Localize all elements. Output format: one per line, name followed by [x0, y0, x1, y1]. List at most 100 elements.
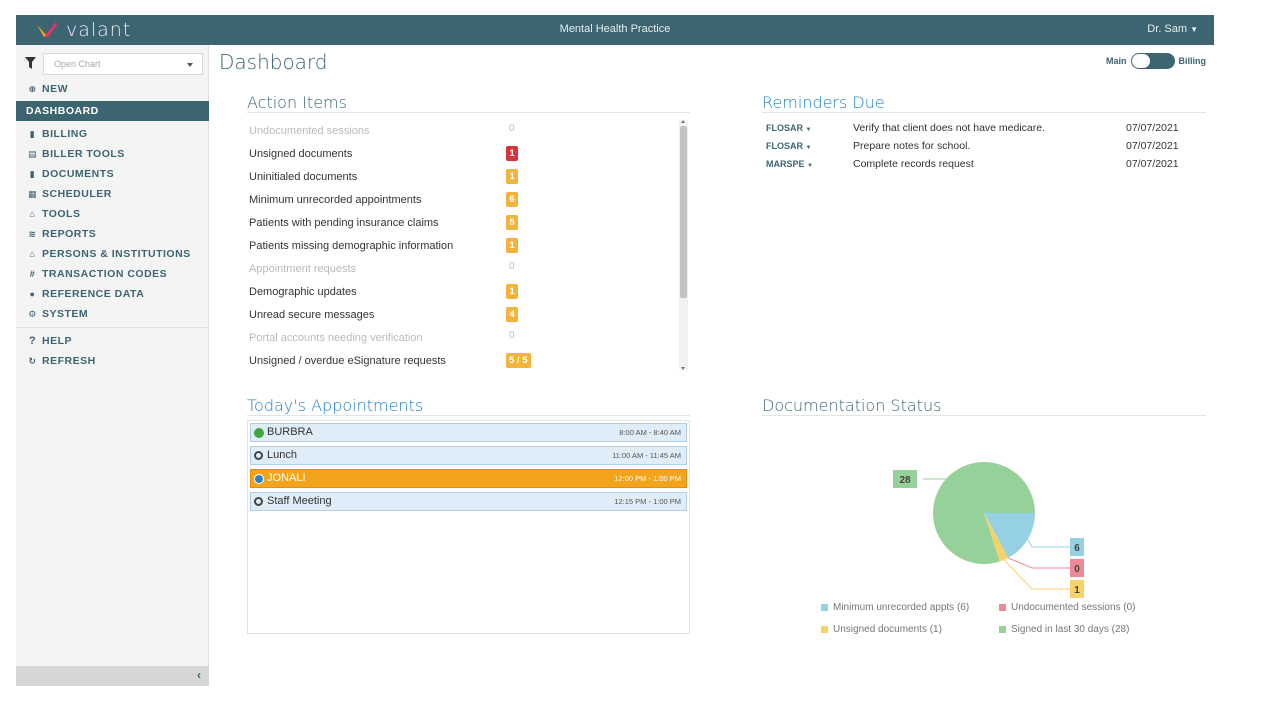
reminder-owner: FLOSAR: [766, 141, 803, 151]
appointment-row[interactable]: Staff Meeting 12:15 PM - 1:00 PM: [250, 492, 687, 511]
appointment-time: 12:00 PM - 1:00 PM: [614, 474, 681, 483]
action-item-badge: 4: [506, 307, 518, 322]
legend-item[interactable]: Signed in last 30 days (28): [999, 624, 1129, 635]
sidebar-item-billing[interactable]: ▮ BILLING: [16, 124, 209, 144]
action-item-appointment-requests[interactable]: Appointment requests 0: [247, 257, 689, 280]
legend-item[interactable]: Undocumented sessions (0): [999, 602, 1136, 613]
user-menu[interactable]: Dr. Sam ▼: [1147, 23, 1198, 35]
action-item-count: 0: [509, 261, 515, 272]
reminder-date: 07/07/2021: [1126, 122, 1179, 134]
sidebar-item-persons-institutions[interactable]: ⌂ PERSONS & INSTITUTIONS: [16, 244, 209, 264]
data-label: 0: [1074, 564, 1080, 575]
action-item-unread-messages[interactable]: Unread secure messages 4: [247, 303, 689, 326]
documentation-pie-chart: 6 0 1 28: [893, 462, 1084, 598]
reminder-text: Verify that client does not have medicar…: [853, 122, 1046, 134]
sidebar-divider: [16, 327, 209, 328]
appointment-row[interactable]: JONALI 12:00 PM - 1:00 PM: [250, 469, 687, 488]
appointment-name: BURBRA: [267, 426, 313, 438]
appointment-time: 12:15 PM - 1:00 PM: [614, 497, 681, 506]
action-item-demographic-updates[interactable]: Demographic updates 1: [247, 280, 689, 303]
action-item-unsigned-documents[interactable]: Unsigned documents 1: [247, 142, 689, 165]
reminder-date: 07/07/2021: [1126, 158, 1179, 170]
scrollbar-thumb[interactable]: [680, 126, 687, 298]
documentation-chart-area: 6 0 1 28 Minimum unrecorded appts (6) Undoc…: [762, 415, 1206, 645]
appointment-row[interactable]: Lunch 11:00 AM - 11:45 AM: [250, 446, 687, 465]
sidebar-item-label: BILLER TOOLS: [42, 148, 125, 160]
sidebar-item-help[interactable]: ? HELP: [16, 331, 209, 351]
action-item-uninitialed-documents[interactable]: Uninitialed documents 1: [247, 165, 689, 188]
appointment-row[interactable]: BURBRA 8:00 AM - 8:40 AM: [250, 423, 687, 442]
sidebar-item-transaction-codes[interactable]: # TRANSACTION CODES: [16, 264, 209, 284]
sidebar-item-biller-tools[interactable]: ▤ BILLER TOOLS: [16, 144, 209, 164]
action-item-label: Minimum unrecorded appointments: [249, 193, 422, 206]
reminder-date: 07/07/2021: [1126, 140, 1179, 152]
sidebar-item-tools[interactable]: ⌂ TOOLS: [16, 204, 209, 224]
action-item-count: 0: [509, 123, 515, 134]
sidebar-item-refresh[interactable]: ↻ REFRESH: [16, 351, 209, 371]
info-icon: ●: [29, 289, 36, 299]
action-item-label: Portal accounts needing verification: [249, 331, 423, 344]
main-billing-toggle[interactable]: Main Billing: [1106, 53, 1206, 69]
legend-item[interactable]: Unsigned documents (1): [821, 624, 942, 635]
sidebar-item-reference-data[interactable]: ● REFERENCE DATA: [16, 284, 209, 304]
sidebar-item-reports[interactable]: ≋ REPORTS: [16, 224, 209, 244]
action-item-missing-demographics[interactable]: Patients missing demographic information…: [247, 234, 689, 257]
leader-line: [1027, 538, 1070, 548]
legend-label: Signed in last 30 days (28): [1011, 624, 1130, 635]
action-item-pending-claims[interactable]: Patients with pending insurance claims 5: [247, 211, 689, 234]
appointment-name: Lunch: [267, 449, 297, 461]
reminder-text: Prepare notes for school.: [853, 140, 971, 152]
open-chart-select[interactable]: Open Chart: [43, 53, 203, 75]
sidebar-item-label: TOOLS: [42, 208, 81, 220]
action-item-minimum-unrecorded[interactable]: Minimum unrecorded appointments 6: [247, 188, 689, 211]
legend-item[interactable]: Minimum unrecorded appts (6): [821, 602, 969, 613]
reminder-text: Complete records request: [853, 158, 974, 170]
scroll-down-icon[interactable]: [681, 367, 685, 370]
action-item-label: Patients missing demographic information: [249, 239, 454, 252]
reminder-owner-dropdown[interactable]: MARSPE ▼: [766, 159, 813, 169]
data-label: 28: [899, 475, 911, 486]
sidebar-item-label: HELP: [42, 335, 73, 347]
documents-icon: ▮: [29, 168, 36, 179]
action-item-count: 0: [509, 330, 515, 341]
action-item-portal-accounts[interactable]: Portal accounts needing verification 0: [247, 326, 689, 349]
check-in-icon: [254, 428, 264, 438]
legend-label: Unsigned documents (1): [833, 624, 942, 635]
billing-icon: ▮: [29, 128, 36, 139]
sidebar-item-label: REPORTS: [42, 228, 97, 240]
sidebar-item-label: DASHBOARD: [26, 105, 99, 117]
appointment-time: 11:00 AM - 11:45 AM: [612, 451, 681, 460]
sidebar-item-system[interactable]: ⚙ SYSTEM: [16, 304, 209, 324]
biller-tools-icon: ▤: [28, 148, 38, 159]
chevron-down-icon: ▼: [805, 145, 812, 151]
sidebar-item-label: PERSONS & INSTITUTIONS: [42, 248, 191, 260]
reminder-row: FLOSAR ▼ Verify that client does not hav…: [762, 121, 1206, 139]
action-item-esignature-requests[interactable]: Unsigned / overdue eSignature requests 5…: [247, 349, 689, 372]
sidebar-item-label: DOCUMENTS: [42, 168, 115, 180]
action-item-label: Unsigned / overdue eSignature requests: [249, 354, 446, 367]
scroll-up-icon[interactable]: [681, 120, 685, 123]
action-items-scrollbar[interactable]: [679, 120, 688, 370]
tools-icon: ⌂: [29, 209, 36, 219]
section-divider: [247, 112, 690, 113]
action-item-label: Unread secure messages: [249, 308, 375, 321]
appointments-title[interactable]: Today's Appointments: [247, 396, 423, 415]
section-divider: [247, 415, 690, 416]
action-item-undocumented-sessions[interactable]: Undocumented sessions 0: [247, 119, 689, 142]
filter-icon[interactable]: [25, 57, 36, 69]
sidebar-collapse-bar[interactable]: ‹: [16, 666, 209, 686]
sidebar-item-scheduler[interactable]: ▦ SCHEDULER: [16, 184, 209, 204]
gears-icon: ⚙: [28, 308, 37, 319]
sidebar-item-documents[interactable]: ▮ DOCUMENTS: [16, 164, 209, 184]
reminder-owner-dropdown[interactable]: FLOSAR ▼: [766, 123, 811, 133]
appointment-name: Staff Meeting: [267, 495, 332, 507]
toggle-switch[interactable]: [1130, 53, 1175, 69]
page-title: Dashboard: [219, 50, 328, 74]
legend-label: Minimum unrecorded appts (6): [833, 602, 970, 613]
reminders-title[interactable]: Reminders Due: [762, 93, 885, 112]
sidebar-item-dashboard[interactable]: DASHBOARD: [16, 101, 209, 121]
reminder-owner-dropdown[interactable]: FLOSAR ▼: [766, 141, 811, 151]
reminder-row: FLOSAR ▼ Prepare notes for school. 07/07…: [762, 139, 1206, 157]
sidebar-item-new[interactable]: ⊕ NEW: [16, 79, 209, 99]
action-item-label: Appointment requests: [249, 262, 357, 275]
